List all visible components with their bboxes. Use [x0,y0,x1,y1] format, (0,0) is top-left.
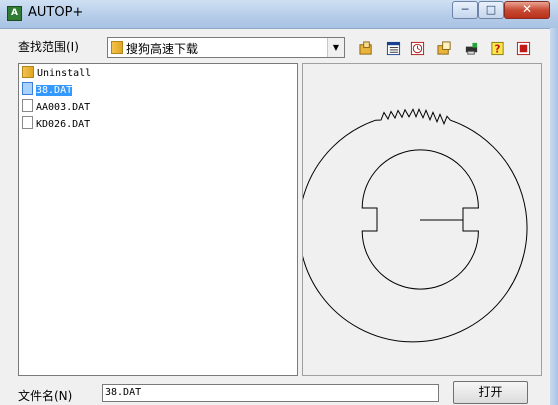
folder-up-icon [359,41,372,55]
look-in-value: 搜狗高速下载 [126,42,199,56]
details-view-icon [386,41,401,56]
note-button[interactable] [512,38,535,59]
help-button[interactable]: ? [486,38,509,59]
open-button[interactable]: 打开 [453,381,528,404]
file-icon [22,82,33,95]
filename-input[interactable]: 38.DAT [102,384,439,402]
minimize-button[interactable]: ─ [452,1,478,19]
file-icon [22,99,33,112]
folder-icon [111,41,123,54]
list-item-label: AA003.DAT [36,102,91,113]
printer-icon [465,42,478,55]
bore-with-keyways [361,149,479,290]
help-icon: ? [491,41,504,56]
maximize-button[interactable]: □ [478,1,504,19]
file-icon [22,116,33,129]
title-bar[interactable]: A AUTOP+ ─ □ ✕ [0,0,558,29]
list-item-kd026-dat[interactable]: KD026.DAT [22,116,90,132]
new-folder-button[interactable] [433,38,456,59]
folder-up-button[interactable] [355,38,378,59]
window-title: AUTOP+ [28,5,84,20]
gear-outline [298,108,528,343]
list-item-label: 38.DAT [36,85,73,96]
folder-icon [22,66,34,78]
history-button[interactable] [406,38,429,59]
list-item-aa003-dat[interactable]: AA003.DAT [22,99,90,115]
details-view-button[interactable] [382,38,405,59]
filename-label: 文件名(N) [18,389,73,403]
new-folder-icon [437,41,451,55]
app-icon[interactable]: A [7,6,22,21]
preview-pane [298,63,542,376]
note-icon [516,41,531,56]
file-list[interactable]: Uninstall 38.DAT AA003.DAT KD026.DAT [18,63,298,376]
chevron-down-icon[interactable]: ▼ [327,38,344,57]
window-frame [550,28,558,405]
list-item-label: Uninstall [37,68,92,79]
svg-text:?: ? [495,44,501,56]
close-button[interactable]: ✕ [504,1,550,19]
list-item-label: KD026.DAT [36,119,91,130]
list-item-38-dat[interactable]: 38.DAT [22,82,73,98]
part-preview [298,108,528,343]
look-in-dropdown[interactable]: 搜狗高速下载 ▼ [107,37,345,58]
look-in-label: 查找范围(I) [18,40,79,54]
list-item-uninstall[interactable]: Uninstall [22,66,91,82]
clock-icon [410,41,425,56]
print-button[interactable] [460,38,483,59]
